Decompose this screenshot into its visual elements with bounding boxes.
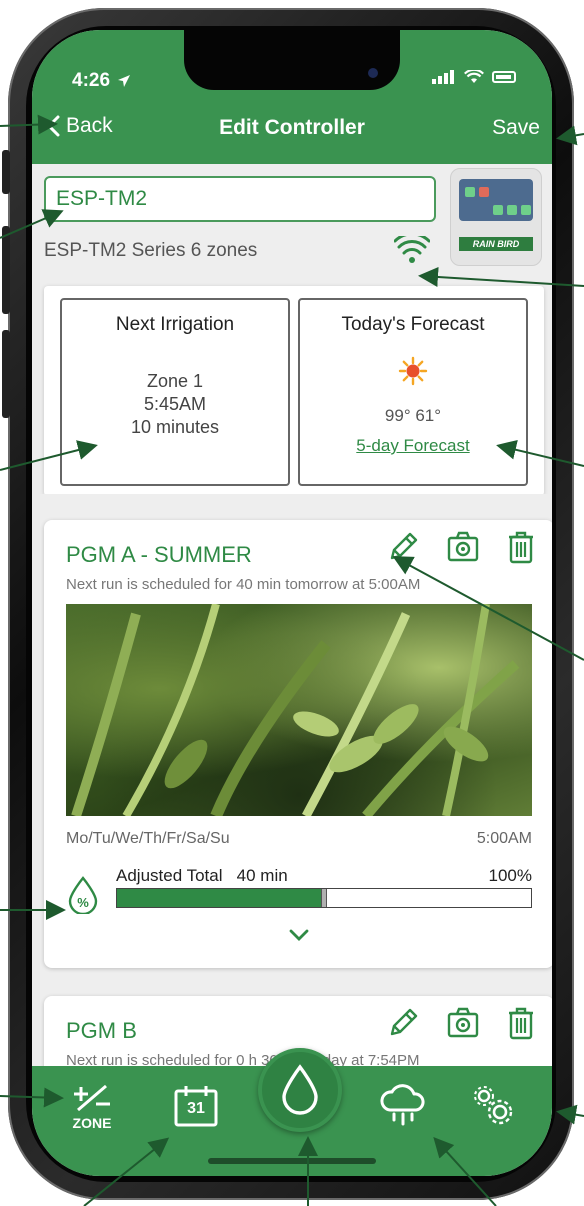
mute-switch: [2, 150, 10, 194]
tab-settings[interactable]: [470, 1084, 516, 1133]
camera-icon[interactable]: [446, 1006, 480, 1040]
expand-chevron[interactable]: [44, 928, 552, 947]
status-cards: Next Irrigation Zone 1 5:45AM 10 minutes…: [44, 286, 544, 496]
next-irrigation-zone: Zone 1: [146, 371, 204, 391]
forecast-heading: Today's Forecast: [341, 314, 485, 335]
adjust-progress-bar[interactable]: [116, 888, 532, 908]
location-arrow-icon: [118, 74, 131, 87]
five-day-forecast-link[interactable]: 5-day Forecast: [356, 436, 469, 456]
camera-icon[interactable]: [446, 530, 480, 564]
controller-brand-logo: RAIN BIRD: [459, 237, 533, 251]
battery-icon: [492, 71, 516, 83]
forecast-temperatures: 99° 61°: [384, 406, 442, 425]
save-button[interactable]: Save: [492, 116, 540, 140]
sun-icon: [398, 356, 428, 386]
status-time: 4:26: [72, 70, 131, 92]
volume-up-button: [2, 226, 10, 314]
program-actions: [386, 530, 536, 564]
page-title: Edit Controller: [219, 116, 365, 139]
water-drop-icon: [282, 1064, 318, 1115]
adjusted-total-minutes: 40 min: [236, 866, 288, 885]
next-irrigation-card[interactable]: Next Irrigation Zone 1 5:45AM 10 minutes: [60, 298, 290, 486]
next-irrigation-heading: Next Irrigation: [115, 314, 235, 335]
volume-down-button: [2, 330, 10, 418]
front-camera: [368, 68, 378, 78]
controller-section: ESP-TM2 Series 6 zones RAIN BIRD Next Ir…: [32, 164, 552, 496]
forecast-card[interactable]: Today's Forecast 99° 61° 5-day Forecast: [298, 298, 528, 486]
water-percent-icon[interactable]: %: [66, 876, 100, 914]
program-title: PGM B: [66, 1018, 137, 1043]
app-screenshot: 4:26 Back Edit Controller Save ESP-TM2 S…: [0, 0, 584, 1206]
plant-leaves: [71, 604, 520, 816]
program-title: PGM A - SUMMER: [66, 542, 252, 567]
cloud-rain-icon: [380, 1084, 425, 1126]
program-next-run: Next run is scheduled for 40 min tomorro…: [66, 576, 421, 593]
adjust-progress-handle[interactable]: [321, 889, 327, 907]
tab-weather[interactable]: [378, 1084, 428, 1133]
wifi-connection-icon[interactable]: [394, 236, 430, 264]
controller-series-text: ESP-TM2 Series 6 zones: [44, 240, 258, 261]
program-photo[interactable]: [66, 604, 532, 816]
tab-add-zone[interactable]: ZONE: [70, 1084, 114, 1131]
trash-icon[interactable]: [506, 530, 536, 564]
adjust-percent-label: 100%: [488, 866, 532, 885]
trash-icon[interactable]: [506, 1006, 536, 1040]
status-time-label: 4:26: [72, 70, 111, 91]
tab-calendar[interactable]: 31: [172, 1084, 220, 1133]
calendar-day: 31: [187, 1100, 205, 1117]
program-actions: [386, 1006, 536, 1040]
wifi-status-icon: [464, 70, 484, 83]
cellular-signal-icon: [432, 70, 456, 84]
plus-minus-icon: [74, 1084, 110, 1112]
next-irrigation-duration: 10 minutes: [130, 417, 220, 437]
adjust-progress-fill: [117, 889, 324, 907]
program-days: Mo/Tu/We/Th/Fr/Sa/Su: [66, 830, 230, 847]
zone-label: ZONE: [72, 1115, 112, 1131]
status-icons: [432, 70, 516, 84]
bottom-tab-bar: ZONE 31: [32, 1048, 552, 1176]
program-start-time: 5:00AM: [476, 830, 532, 847]
edit-pencil-icon[interactable]: [386, 530, 420, 564]
controller-panel: [459, 179, 533, 221]
edit-pencil-icon[interactable]: [386, 1006, 420, 1040]
gears-icon: [474, 1086, 513, 1125]
adjusted-total-label: Adjusted Total: [116, 866, 223, 885]
next-irrigation-time: 5:45AM: [143, 394, 207, 414]
controller-name-input[interactable]: [44, 176, 436, 222]
controller-image[interactable]: RAIN BIRD: [450, 168, 542, 266]
water-drop-button[interactable]: [258, 1048, 342, 1132]
adjusted-total-text: Adjusted Total 40 min: [116, 866, 288, 886]
notch: [184, 30, 400, 90]
home-indicator: [208, 1158, 376, 1164]
program-card[interactable]: PGM A - SUMMER Next run is scheduled for…: [44, 520, 552, 968]
svg-text:%: %: [77, 895, 89, 910]
chevron-down-icon: [289, 929, 309, 941]
